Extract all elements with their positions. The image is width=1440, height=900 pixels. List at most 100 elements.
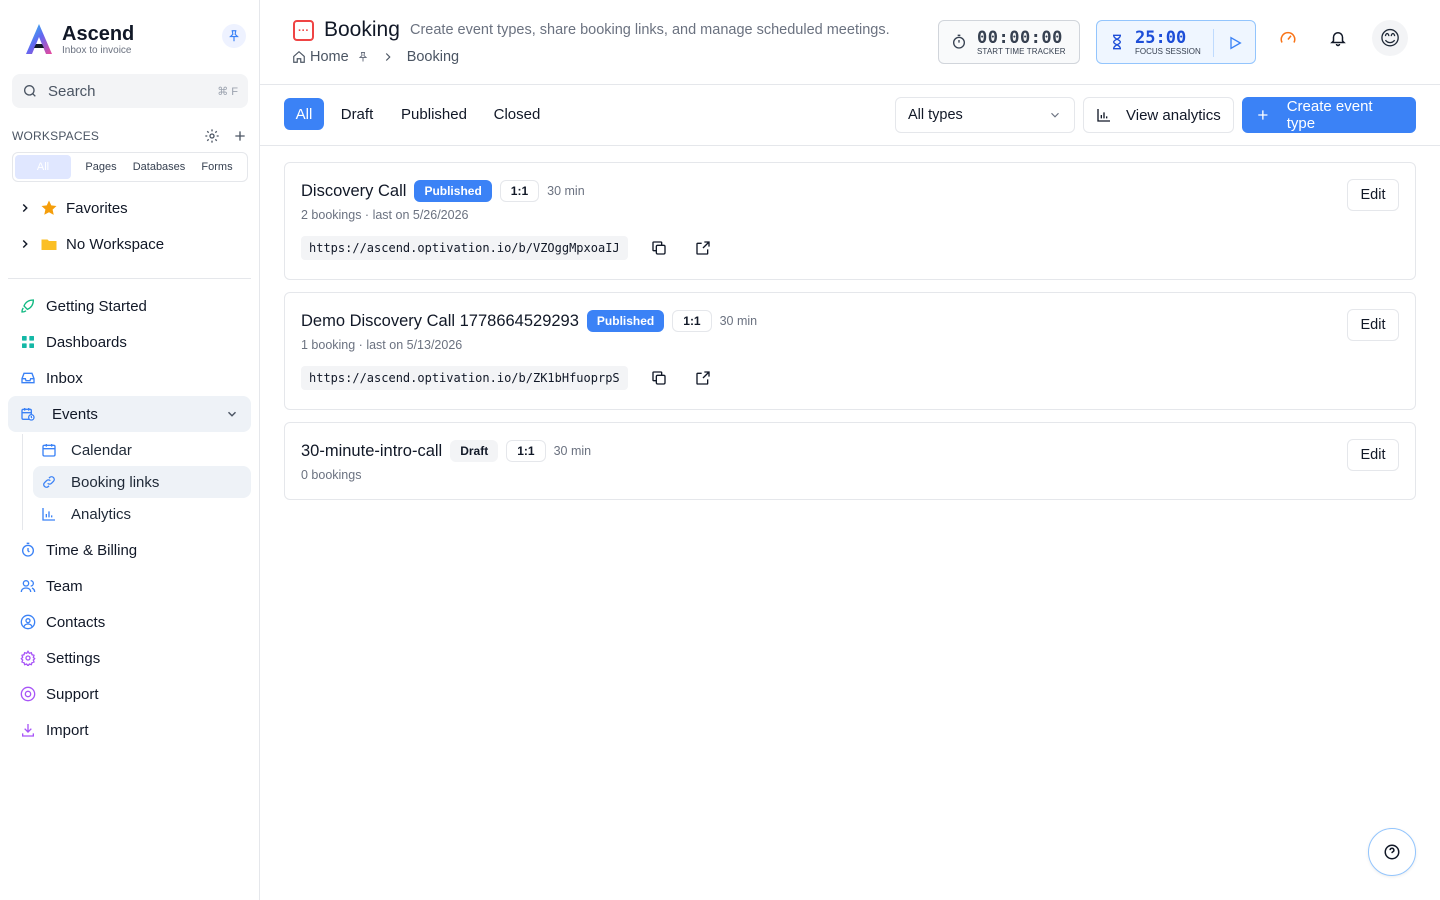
nav-item-events[interactable]: Events xyxy=(8,396,251,432)
workspaces-title: WORKSPACES xyxy=(12,129,100,143)
ws-tab-all[interactable]: All xyxy=(15,155,71,179)
filter-tab-draft[interactable]: Draft xyxy=(332,98,382,130)
ws-tab-pages[interactable]: Pages xyxy=(73,155,129,179)
brand[interactable]: Ascend Inbox to invoice xyxy=(22,22,134,58)
nav-item-support[interactable]: Support xyxy=(8,676,251,712)
open-link-button[interactable] xyxy=(690,235,716,261)
search-input[interactable]: Search ⌘ F xyxy=(12,74,248,108)
booking-link[interactable]: https://ascend.optivation.io/b/ZK1bHfuop… xyxy=(301,366,628,390)
tree-item-favorites[interactable]: Favorites xyxy=(18,196,128,220)
view-analytics-label: View analytics xyxy=(1126,106,1221,124)
nav-item-inbox[interactable]: Inbox xyxy=(8,360,251,396)
pin-icon xyxy=(229,30,239,42)
help-button[interactable] xyxy=(1368,828,1416,876)
nav-item-time-billing[interactable]: Time & Billing xyxy=(8,532,251,568)
edit-button[interactable]: Edit xyxy=(1347,179,1399,211)
select-value: All types xyxy=(908,107,963,123)
edit-button[interactable]: Edit xyxy=(1347,309,1399,341)
hourglass-icon xyxy=(1112,34,1122,50)
breadcrumb-current: Booking xyxy=(406,49,460,65)
plus-icon xyxy=(1258,110,1268,120)
filter-tab-published[interactable]: Published xyxy=(392,98,476,130)
chevron-right-icon xyxy=(22,239,28,249)
gauge-icon xyxy=(1280,31,1296,43)
sidebar-divider xyxy=(8,278,251,279)
sub-item-analytics[interactable]: Analytics xyxy=(33,498,251,530)
inbox-icon xyxy=(21,372,35,384)
chevron-right-icon xyxy=(22,203,28,213)
chevron-down-icon xyxy=(1051,112,1059,118)
ascend-logo-icon xyxy=(26,24,52,54)
filter-tab-all[interactable]: All xyxy=(284,98,324,130)
stopwatch-icon xyxy=(953,34,965,49)
nav-item-dashboards[interactable]: Dashboards xyxy=(8,324,251,360)
user-avatar[interactable]: 😊 xyxy=(1372,20,1408,56)
nav-label: Time & Billing xyxy=(46,541,138,559)
focus-play-button[interactable] xyxy=(1213,29,1255,57)
ws-tab-forms[interactable]: Forms xyxy=(189,155,245,179)
event-meta: 0 bookings xyxy=(301,468,362,482)
calendar-clock-icon xyxy=(21,408,35,421)
status-badge: Published xyxy=(586,310,665,332)
ratio-badge: 1:1 xyxy=(499,180,540,202)
event-title[interactable]: Discovery Call xyxy=(301,182,406,201)
sub-label: Calendar xyxy=(71,441,132,459)
open-link-button[interactable] xyxy=(690,365,716,391)
chevron-right-icon xyxy=(385,53,391,61)
event-duration: 30 min xyxy=(719,314,758,328)
sub-item-calendar[interactable]: Calendar xyxy=(33,434,251,466)
event-meta: 2 bookings · last on 5/26/2026 xyxy=(301,208,469,222)
view-analytics-button[interactable]: View analytics xyxy=(1083,97,1234,133)
nav-item-contacts[interactable]: Contacts xyxy=(8,604,251,640)
event-type-card: 30-minute-intro-call Draft 1:1 30 min 0 … xyxy=(284,422,1416,500)
ws-tab-databases[interactable]: Databases xyxy=(131,155,187,179)
event-meta: 1 booking · last on 5/13/2026 xyxy=(301,338,463,352)
brand-tagline: Inbox to invoice xyxy=(62,45,132,56)
create-event-type-button[interactable]: Create event type xyxy=(1242,97,1416,133)
search-icon xyxy=(24,85,36,97)
events-subnav: Calendar Booking links Analytics xyxy=(22,434,251,530)
ratio-badge: 1:1 xyxy=(506,440,546,462)
nav-item-settings[interactable]: Settings xyxy=(8,640,251,676)
sidebar: Ascend Inbox to invoice Search ⌘ F WORKS… xyxy=(0,0,260,900)
breadcrumb-home[interactable]: Home xyxy=(310,49,349,65)
focus-session-widget[interactable]: 25:00 FOCUS SESSION xyxy=(1096,20,1256,64)
focus-label: FOCUS SESSION xyxy=(1135,46,1201,56)
speed-gauge-button[interactable] xyxy=(1276,26,1300,50)
booking-link[interactable]: https://ascend.optivation.io/b/VZOggMpxo… xyxy=(301,236,628,260)
gear-icon[interactable] xyxy=(204,128,220,144)
top-bar: ··· Booking Create event types, share bo… xyxy=(260,0,1440,85)
tree-item-no-workspace[interactable]: No Workspace xyxy=(18,232,164,256)
bell-icon xyxy=(1330,32,1346,47)
event-duration: 30 min xyxy=(547,184,585,198)
workspace-tabs: All Pages Databases Forms xyxy=(12,152,248,182)
download-icon xyxy=(22,724,34,737)
notifications-button[interactable] xyxy=(1326,26,1350,50)
stopwatch-icon xyxy=(22,542,34,557)
nav-item-import[interactable]: Import xyxy=(8,712,251,748)
copy-link-button[interactable] xyxy=(646,365,672,391)
bar-chart-icon xyxy=(42,508,55,521)
event-type-select[interactable]: All types xyxy=(895,97,1075,133)
nav-item-team[interactable]: Team xyxy=(8,568,251,604)
filter-tab-closed[interactable]: Closed xyxy=(486,98,548,130)
event-title[interactable]: 30-minute-intro-call xyxy=(301,442,442,461)
link-icon xyxy=(43,476,55,488)
edit-button[interactable]: Edit xyxy=(1347,439,1399,471)
tree-item-label: Favorites xyxy=(66,199,128,217)
workspaces-header: WORKSPACES xyxy=(12,128,248,144)
event-type-card: Discovery Call Published 1:1 30 min 2 bo… xyxy=(284,162,1416,280)
plus-icon[interactable] xyxy=(232,128,248,144)
start-time-tracker-button[interactable]: 00:00:00 START TIME TRACKER xyxy=(938,20,1080,64)
sub-item-booking-links[interactable]: Booking links xyxy=(33,466,251,498)
pin-icon[interactable] xyxy=(357,51,369,63)
nav-item-getting-started[interactable]: Getting Started xyxy=(8,288,251,324)
gear-icon xyxy=(20,650,36,666)
copy-link-button[interactable] xyxy=(646,235,672,261)
create-event-type-label: Create event type xyxy=(1286,98,1373,132)
event-type-card: Demo Discovery Call 1778664529293 Publis… xyxy=(284,292,1416,410)
help-icon xyxy=(1384,844,1400,860)
event-title[interactable]: Demo Discovery Call 1778664529293 xyxy=(301,312,579,331)
event-duration: 30 min xyxy=(553,444,592,458)
pin-sidebar-button[interactable] xyxy=(222,24,246,48)
